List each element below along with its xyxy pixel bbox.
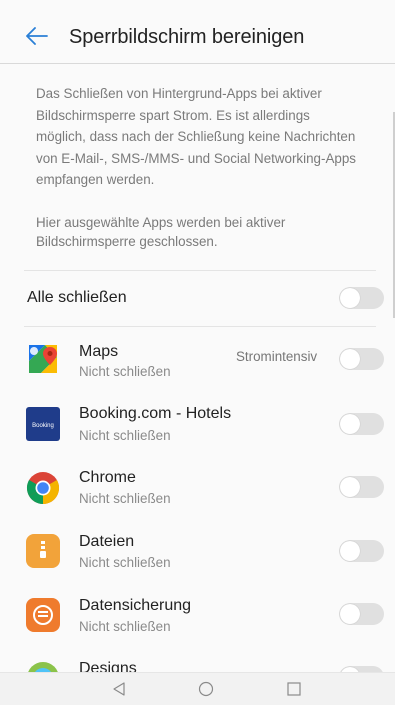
app-status: Nicht schließen bbox=[79, 428, 171, 443]
nav-home-icon[interactable] bbox=[198, 681, 214, 697]
app-toggle-maps[interactable] bbox=[339, 348, 384, 370]
close-all-toggle[interactable] bbox=[339, 287, 384, 309]
description-line: möglich, dass nach der Schließung keine … bbox=[36, 129, 356, 144]
description-line: Bildschirmsperre spart Strom. Es ist all… bbox=[36, 107, 310, 123]
booking-icon: Booking bbox=[25, 406, 61, 442]
description-line: von E-Mail-, SMS-/MMS- und Social Networ… bbox=[36, 150, 356, 166]
top-app-bar: Sperrbildschirm bereinigen bbox=[0, 0, 395, 64]
app-status: Nicht schließen bbox=[79, 364, 171, 379]
page-title: Sperrbildschirm bereinigen bbox=[69, 26, 305, 48]
app-name: Datensicherung bbox=[79, 597, 192, 614]
nav-recents-icon[interactable] bbox=[286, 681, 302, 697]
header-divider bbox=[0, 63, 395, 64]
app-toggle-backup[interactable] bbox=[339, 603, 384, 625]
selection-hint-text: Hier ausgewählte Apps werden bei aktiver… bbox=[36, 213, 376, 251]
app-name: Dateien bbox=[79, 533, 135, 550]
chrome-icon bbox=[25, 470, 61, 506]
description-line: Das Schließen von Hintergrund-Apps bei a… bbox=[36, 86, 322, 101]
divider bbox=[24, 326, 376, 327]
app-name: Maps bbox=[79, 343, 119, 360]
google-maps-icon bbox=[25, 341, 61, 377]
close-all-label: Alle schließen bbox=[27, 289, 127, 306]
hint-line: Bildschirmsperre geschlossen. bbox=[36, 234, 218, 249]
files-icon bbox=[25, 533, 61, 569]
app-name: Chrome bbox=[79, 469, 136, 486]
app-status: Nicht schließen bbox=[79, 491, 171, 506]
description-line: empfangen werden. bbox=[36, 172, 155, 187]
system-navigation-bar bbox=[0, 672, 395, 705]
description-text: Das Schließen von Hintergrund-Apps bei a… bbox=[36, 83, 376, 191]
divider bbox=[24, 270, 376, 271]
backup-icon bbox=[25, 597, 61, 633]
app-status: Nicht schließen bbox=[79, 619, 171, 634]
back-arrow-icon[interactable] bbox=[26, 27, 48, 45]
app-toggle-chrome[interactable] bbox=[339, 476, 384, 498]
app-name: Booking.com - Hotels bbox=[79, 405, 232, 422]
hint-line: Hier ausgewählte Apps werden bei aktiver bbox=[36, 215, 286, 230]
app-toggle-booking[interactable] bbox=[339, 413, 384, 435]
nav-back-icon[interactable] bbox=[111, 681, 127, 697]
svg-text:Booking: Booking bbox=[32, 423, 54, 429]
power-intensive-badge: Stromintensiv bbox=[236, 349, 318, 364]
app-toggle-files[interactable] bbox=[339, 540, 384, 562]
app-status: Nicht schließen bbox=[79, 555, 171, 570]
